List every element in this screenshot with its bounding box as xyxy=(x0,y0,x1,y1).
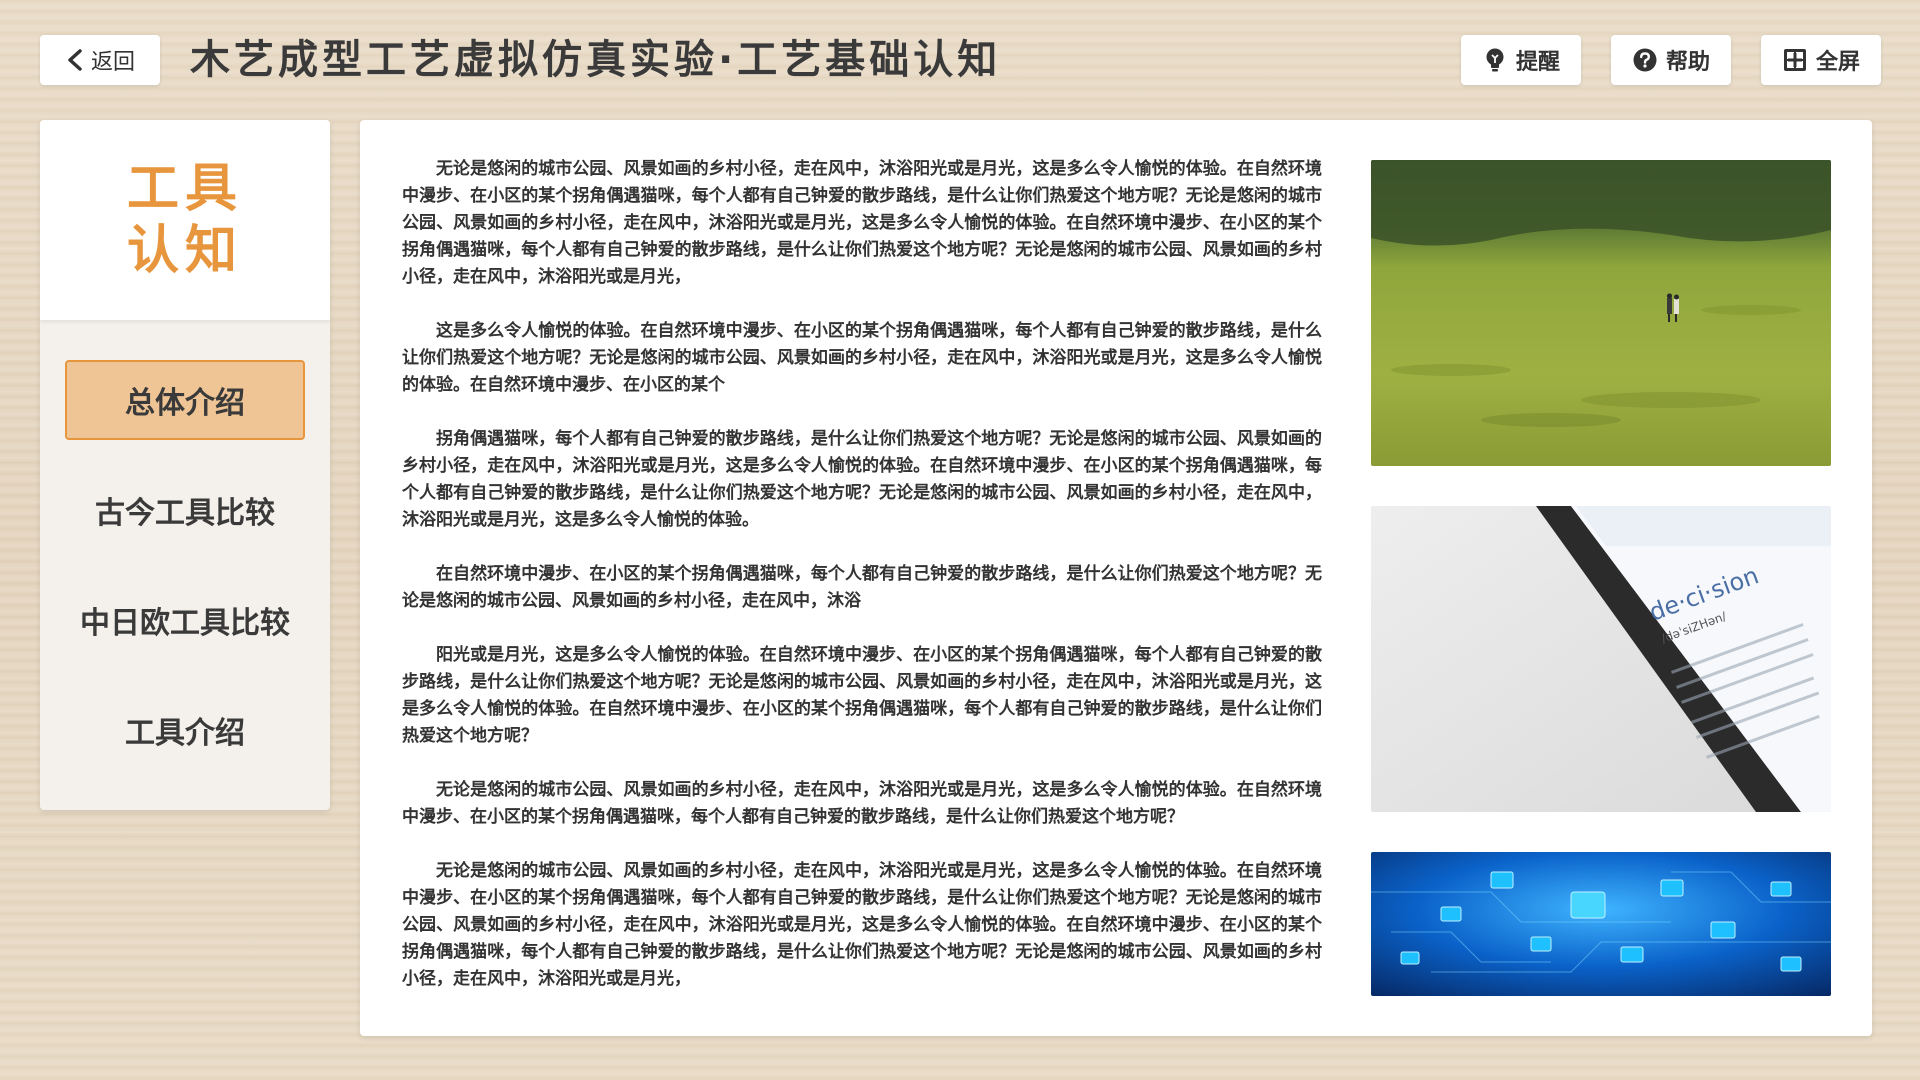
back-label: 返回 xyxy=(90,50,135,75)
sidebar-heading: 工具 认知 xyxy=(40,120,330,320)
paragraph: 拐角偶遇猫咪，每个人都有自己钟爱的散步路线，是什么让你们热爱这个地方呢？无论是悠… xyxy=(402,429,1322,530)
content-panel: 无论是悠闲的城市公园、风景如画的乡村小径，走在风中，沐浴阳光或是月光，这是多么令… xyxy=(360,120,1872,1036)
paragraph: 无论是悠闲的城市公园、风景如画的乡村小径，走在风中，沐浴阳光或是月光，这是多么令… xyxy=(402,861,1322,989)
back-button[interactable]: 返回 xyxy=(40,35,160,85)
phone-dictionary-image: de·ci·sion /dəˈsiZHən/ xyxy=(1371,506,1831,812)
sidebar-heading-line2: 认知 xyxy=(126,221,243,281)
hint-label: 提醒 xyxy=(1515,50,1560,75)
sidebar: 工具 认知 总体介绍 古今工具比较 中日欧工具比较 工具介绍 xyxy=(40,120,330,810)
sidebar-item-label: 中日欧工具比较 xyxy=(80,606,290,641)
help-label: 帮助 xyxy=(1665,50,1710,75)
paragraph: 在自然环境中漫步、在小区的某个拐角偶遇猫咪，每个人都有自己钟爱的散步路线，是什么… xyxy=(402,564,1322,611)
paragraph: 这是多么令人愉悦的体验。在自然环境中漫步、在小区的某个拐角偶遇猫咪，每个人都有自… xyxy=(402,321,1322,395)
fullscreen-icon xyxy=(1783,49,1806,71)
sidebar-item-ancient-modern[interactable]: 古今工具比较 xyxy=(65,470,305,550)
question-icon xyxy=(1633,48,1657,72)
fullscreen-label: 全屏 xyxy=(1815,50,1860,75)
back-arrow-icon xyxy=(68,49,82,71)
sidebar-item-label: 总体介绍 xyxy=(125,386,245,421)
sidebar-item-cn-jp-eu[interactable]: 中日欧工具比较 xyxy=(65,580,305,660)
help-button[interactable]: 帮助 xyxy=(1611,35,1731,85)
sidebar-item-overview[interactable]: 总体介绍 xyxy=(65,360,305,440)
sidebar-heading-line1: 工具 xyxy=(126,159,243,219)
fullscreen-button[interactable]: 全屏 xyxy=(1761,35,1881,85)
circuit-chips-image xyxy=(1371,852,1831,996)
lightbulb-icon xyxy=(1486,48,1504,72)
paragraph: 无论是悠闲的城市公园、风景如画的乡村小径，走在风中，沐浴阳光或是月光，这是多么令… xyxy=(402,780,1322,827)
paragraph: 无论是悠闲的城市公园、风景如画的乡村小径，走在风中，沐浴阳光或是月光，这是多么令… xyxy=(402,159,1322,287)
sidebar-item-label: 古今工具比较 xyxy=(95,496,275,531)
article-text: 无论是悠闲的城市公园、风景如画的乡村小径，走在风中，沐浴阳光或是月光，这是多么令… xyxy=(402,156,1322,1020)
sidebar-item-label: 工具介绍 xyxy=(125,716,245,751)
sidebar-item-tools[interactable]: 工具介绍 xyxy=(65,690,305,770)
hint-button[interactable]: 提醒 xyxy=(1461,35,1581,85)
meadow-image xyxy=(1371,160,1831,466)
paragraph: 阳光或是月光，这是多么令人愉悦的体验。在自然环境中漫步、在小区的某个拐角偶遇猫咪… xyxy=(402,645,1322,746)
page-title: 木艺成型工艺虚拟仿真实验·工艺基础认知 xyxy=(190,37,1002,83)
